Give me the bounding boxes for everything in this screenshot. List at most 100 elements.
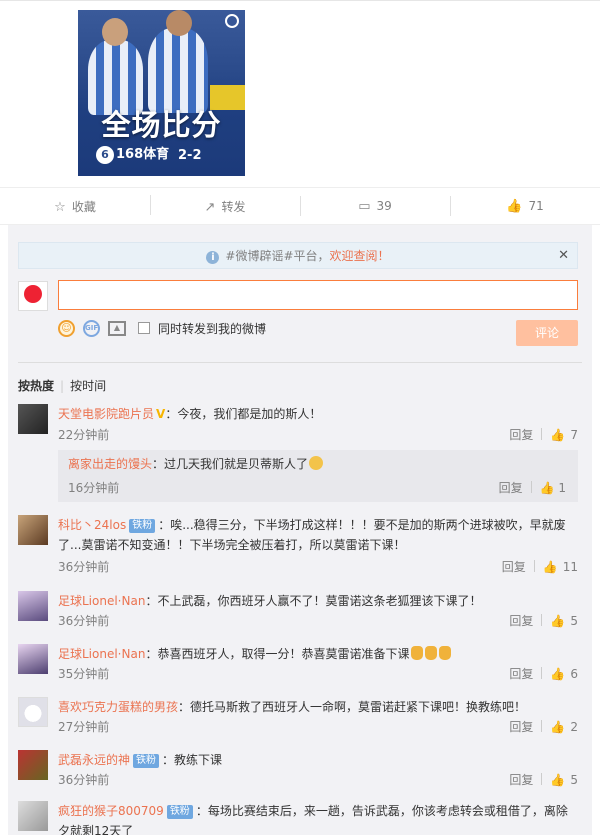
repost-checkbox-label: 同时转发到我的微博 [158,321,267,336]
comment-button[interactable]: ▭ 39 [300,195,450,216]
avatar[interactable] [18,750,48,780]
action-bar: ☆ 收藏 ↗ 转发 ▭ 39 👍 71 [0,187,600,225]
thumbs-up-icon[interactable]: 👍 [550,667,565,681]
comment-author[interactable]: 喜欢巧克力蛋糕的男孩 [58,700,178,714]
comment-author[interactable]: 武磊永远的神 [58,753,130,767]
comment-time: 36分钟前 [58,614,110,628]
repost-checkbox[interactable] [138,322,150,334]
comment-time: 16分钟前 [68,481,120,495]
comment-section: i #微博辟谣#平台，欢迎查阅！ ✕ ☺ GIF ▲ 同时转发到我的微博 评论 按… [8,225,592,835]
player-head [102,18,128,46]
reply-button[interactable]: 回复 [509,428,533,442]
comment-author[interactable]: 足球Lionel·Nan [58,594,145,608]
like-count: 5 [570,773,578,787]
comment-author[interactable]: 足球Lionel·Nan [58,647,145,661]
comment-text: 武磊永远的神 铁粉 ：教练下课 [58,750,578,770]
comment-body: ：过几天我们就是贝蒂斯人了 [152,457,309,471]
like-count: 11 [562,560,578,574]
comment-time: 35分钟前 [58,667,110,681]
avatar[interactable] [18,281,48,311]
comment-input[interactable] [58,280,578,310]
comment-author[interactable]: 天堂电影院跑片员 [58,407,154,421]
comment-body: ：今夜，我们都是加的斯人！ [165,407,322,421]
avatar[interactable] [18,697,48,727]
favorite-button[interactable]: ☆ 收藏 [0,198,150,215]
sort-by-hot[interactable]: 按热度 [18,379,54,393]
like-count: 7 [570,428,578,442]
sort-divider: | [60,379,65,393]
fan-badge: 铁粉 [129,519,156,533]
like-count: 2 [570,720,578,734]
thumbs-up-icon[interactable]: 👍 [543,560,558,574]
comment-text: 离家出走的馒头：过几天我们就是贝蒂斯人了 [68,454,324,474]
post-image[interactable]: 全场比分 6 168体育 2-2 [78,10,245,176]
thumbs-up-icon[interactable]: 👍 [540,481,555,495]
comment-author[interactable]: 离家出走的馒头 [68,457,152,471]
avatar[interactable] [18,591,48,621]
sort-by-time[interactable]: 按时间 [70,379,106,393]
brand-name: 168体育 [116,147,170,162]
reply-button[interactable]: 回复 [509,614,533,628]
comment-actions: 回复 👍 1 [499,479,566,496]
fan-badge: 铁粉 [166,805,193,819]
emoji-icon[interactable]: ☺ [58,319,75,337]
comment-text: 喜欢巧克力蛋糕的男孩：德托马斯救了西班牙人一命啊，莫雷诺赶紧下课吧！换教练吧！ [58,697,578,717]
comment-count: 39 [376,198,392,213]
reply-button[interactable]: 回复 [499,481,523,495]
thumbs-up-emoji-icon [439,646,452,660]
reply-button[interactable]: 回复 [502,560,526,574]
reply-button[interactable]: 回复 [509,667,533,681]
divider [18,362,582,363]
reply-button[interactable]: 回复 [509,773,533,787]
comment-text: 疯狂的猴子800709 铁粉 ：每场比赛结束后，来一趟，告诉武磊，你该考虑转会或租借… [58,801,578,835]
image-icon[interactable]: ▲ [108,320,126,336]
like-count: 5 [570,614,578,628]
repost-icon: ↗ [204,199,216,215]
reply-button[interactable]: 回复 [509,720,533,734]
brand-logo: 6 168体育 [96,143,169,164]
thumbs-up-icon[interactable]: 👍 [550,614,565,628]
comment-text: 足球Lionel·Nan：恭喜西班牙人，取得一分！恭喜莫雷诺准备下课 [58,644,578,664]
avatar[interactable] [18,404,48,434]
avatar[interactable] [18,644,48,674]
avatar[interactable] [18,801,48,831]
image-headline: 全场比分 [101,108,222,142]
notice-text[interactable]: #微博辟谣#平台， [225,249,329,263]
like-count: 71 [528,198,544,213]
submit-comment-button[interactable]: 评论 [516,320,578,346]
composer-toolbar: ☺ GIF ▲ 同时转发到我的微博 [58,319,266,337]
sort-tabs: 按热度 | 按时间 [18,377,106,394]
comment-author[interactable]: 科比丶24los [58,518,126,532]
thumbs-up-icon[interactable]: 👍 [550,720,565,734]
comment-actions: 回复 👍 7 [509,426,578,443]
avatar[interactable] [18,515,48,545]
thumbs-up-icon: 👍 [506,198,523,214]
top-divider [0,0,600,1]
comment-time: 27分钟前 [58,720,110,734]
comment-text: 足球Lionel·Nan：不上武磊，你西班牙人赢不了！莫雷诺这条老狐狸该下课了！ [58,591,578,611]
verified-badge-icon: V [156,407,166,421]
comment-body: ：教练下课 [162,753,223,767]
thumbs-up-emoji-icon [411,646,424,660]
like-count: 1 [558,481,566,495]
notice-welcome-link[interactable]: 欢迎查阅！ [330,249,390,263]
emoji-icon [309,456,324,470]
laliga-logo-icon [225,14,239,28]
repost-button[interactable]: ↗ 转发 [150,194,300,215]
comment-body: ：德托马斯救了西班牙人一命啊，莫雷诺赶紧下课吧！换教练吧！ [178,700,527,714]
info-icon: i [206,251,220,264]
close-icon[interactable]: ✕ [558,243,569,269]
gif-icon[interactable]: GIF [83,319,100,337]
comment-author[interactable]: 疯狂的猴子800709 [58,804,164,818]
comment-actions: 回复 👍 5 [509,771,578,788]
rumor-notice-banner: i #微博辟谣#平台，欢迎查阅！ ✕ [18,242,578,269]
repost-label: 转发 [221,199,246,214]
comment-body: ：不上武磊，你西班牙人赢不了！莫雷诺这条老狐狸该下课了！ [145,594,482,608]
thumbs-up-icon[interactable]: 👍 [550,773,565,787]
comment-body: ：恭喜西班牙人，取得一分！恭喜莫雷诺准备下课 [145,647,410,661]
like-button[interactable]: 👍 71 [450,195,600,216]
comment-actions: 回复 👍 6 [509,665,578,682]
thumbs-up-icon[interactable]: 👍 [550,428,565,442]
match-score: 2-2 [178,148,202,163]
comment-actions: 回复 👍 5 [509,612,578,629]
